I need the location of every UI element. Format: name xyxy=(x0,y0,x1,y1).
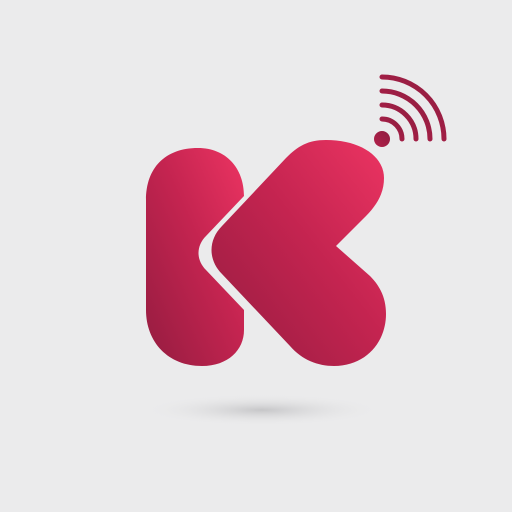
app-icon-canvas xyxy=(0,0,512,512)
logo-artwork xyxy=(142,74,447,426)
wireless-signal-icon xyxy=(374,74,447,147)
logo-shadow xyxy=(142,394,382,426)
k-heart-logo-icon xyxy=(146,140,386,366)
signal-dot xyxy=(374,131,390,147)
